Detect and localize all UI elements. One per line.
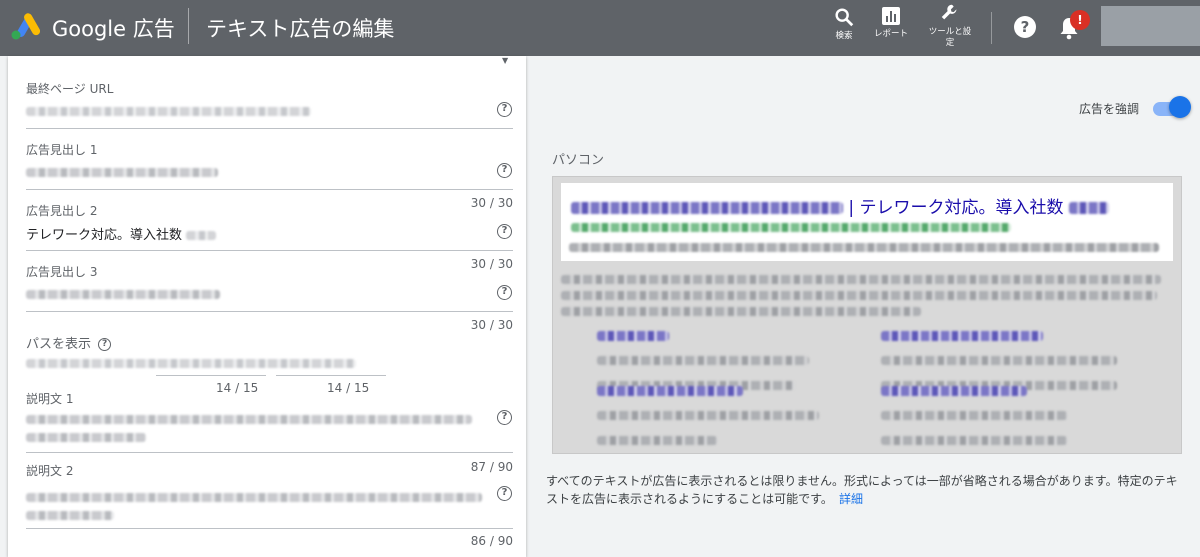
notification-badge: ! xyxy=(1070,10,1090,30)
tools-settings-button[interactable]: ツールと設 定 xyxy=(926,2,974,49)
ad-preview-description-line1 xyxy=(569,237,1159,256)
wrench-icon xyxy=(941,4,957,20)
top-app-bar: Google 広告 テキスト広告の編集 検索 レポート ツールと設 定 ? ! xyxy=(0,0,1200,56)
headline-1-help-icon[interactable]: ? xyxy=(497,163,512,178)
ad-preview-headline: | テレワーク対応。導入社数 xyxy=(571,193,1109,218)
ad-preview-sitelink xyxy=(881,380,1067,449)
sitelink-title xyxy=(881,380,1067,399)
headline-2-help-icon[interactable]: ? xyxy=(497,224,512,239)
sitelink-title xyxy=(881,325,1117,344)
description-1-underline xyxy=(26,452,513,453)
sitelink-title xyxy=(597,380,819,399)
ad-edit-form: ▼ 最終ページ URL ? 広告見出し 1 ? 30 / 30 広告見出し 2 … xyxy=(8,56,526,557)
description-2-field[interactable]: 説明文 2 ? 86 / 90 xyxy=(26,462,513,552)
description-1-label: 説明文 1 xyxy=(26,392,74,406)
headline-3-value[interactable] xyxy=(26,287,220,302)
details-link[interactable]: 詳細 xyxy=(839,492,863,506)
page-title: テキスト広告の編集 xyxy=(206,17,395,41)
display-path-help-icon[interactable]: ? xyxy=(98,338,112,351)
search-tool-button[interactable]: 検索 xyxy=(831,6,857,42)
headline-1-value[interactable] xyxy=(26,165,218,180)
report-icon xyxy=(882,7,900,25)
device-label: パソコン xyxy=(552,153,605,168)
headline-3-field[interactable]: 広告見出し 3 ? 30 / 30 xyxy=(26,263,513,332)
description-2-underline xyxy=(26,528,513,529)
ad-preview: | テレワーク対応。導入社数 xyxy=(552,176,1182,454)
path-2-underline[interactable] xyxy=(276,375,386,376)
tools-settings-label-2: 定 xyxy=(945,38,955,48)
description-2-value[interactable] xyxy=(26,490,482,505)
final-url-value[interactable] xyxy=(26,104,311,119)
ad-preview-headline-text: | テレワーク対応。導入社数 xyxy=(848,198,1064,218)
headline-3-label: 広告見出し 3 xyxy=(26,265,98,279)
ad-preview-sitelink xyxy=(597,380,819,449)
description-2-help-icon[interactable]: ? xyxy=(497,486,512,501)
help-icon[interactable]: ? xyxy=(1014,16,1036,38)
sitelink-line xyxy=(597,350,809,369)
headline-1-underline xyxy=(26,189,513,190)
google-ads-logo-icon xyxy=(11,13,40,40)
report-tool-button[interactable]: レポート xyxy=(870,6,912,40)
brand-name[interactable]: Google 広告 xyxy=(52,13,175,43)
headline-1-label: 広告見出し 1 xyxy=(26,143,98,157)
final-url-field[interactable]: 最終ページ URL ? xyxy=(26,80,513,130)
highlight-ad-label: 広告を強調 xyxy=(1079,102,1140,116)
headline-2-text: テレワーク対応。導入社数 xyxy=(26,228,183,243)
description-2-label: 説明文 2 xyxy=(26,464,74,478)
headline-2-label: 広告見出し 2 xyxy=(26,204,98,218)
sitelink-line xyxy=(881,430,1067,449)
account-switcher[interactable] xyxy=(1101,6,1200,46)
sitelink-line xyxy=(597,430,819,449)
description-2-value-line2 xyxy=(26,508,114,523)
headline-2-field[interactable]: 広告見出し 2 テレワーク対応。導入社数 ? 30 / 30 xyxy=(26,202,513,271)
headline-1-field[interactable]: 広告見出し 1 ? 30 / 30 xyxy=(26,141,513,210)
headline-3-help-icon[interactable]: ? xyxy=(497,285,512,300)
display-path-field[interactable]: パスを表示 ? 14 / 15 14 / 15 xyxy=(26,333,513,395)
sitelink-line xyxy=(881,350,1117,369)
toolbar-divider xyxy=(991,12,992,44)
path-1-underline[interactable] xyxy=(156,375,266,376)
title-divider xyxy=(188,8,189,44)
tools-settings-label-1: ツールと設 xyxy=(928,27,972,37)
ad-preview-highlight: | テレワーク対応。導入社数 xyxy=(561,183,1173,261)
sitelink-line xyxy=(881,405,1067,424)
sitelink-line xyxy=(597,405,819,424)
search-tool-label: 検索 xyxy=(835,31,853,41)
sitelink-title xyxy=(597,325,809,344)
description-1-value-line2 xyxy=(26,430,146,445)
headline-2-value[interactable]: テレワーク対応。導入社数 xyxy=(26,224,217,243)
display-path-label: パスを表示 ? xyxy=(26,333,513,352)
description-2-char-count: 86 / 90 xyxy=(470,534,513,548)
scroll-up-caret-icon[interactable]: ▼ xyxy=(502,56,508,65)
ad-preview-description-line4 xyxy=(561,301,921,320)
report-tool-label: レポート xyxy=(873,29,908,39)
search-icon xyxy=(835,8,854,27)
description-1-value[interactable] xyxy=(26,412,472,427)
description-1-help-icon[interactable]: ? xyxy=(497,410,512,425)
display-path-url xyxy=(26,356,356,371)
final-url-help-icon[interactable]: ? xyxy=(497,102,512,117)
headline-2-underline xyxy=(26,250,513,251)
highlight-toggle-knob[interactable] xyxy=(1169,96,1191,118)
display-path-label-text: パスを表示 xyxy=(26,337,92,352)
headline-3-char-count: 30 / 30 xyxy=(470,318,513,332)
final-url-underline xyxy=(26,128,513,129)
final-url-label: 最終ページ URL xyxy=(26,82,114,96)
preview-disclaimer: すべてのテキストが広告に表示されるとは限りません。形式によっては一部が省略される… xyxy=(546,472,1182,508)
headline-3-underline xyxy=(26,311,513,312)
ad-preview-display-url xyxy=(571,217,1011,236)
